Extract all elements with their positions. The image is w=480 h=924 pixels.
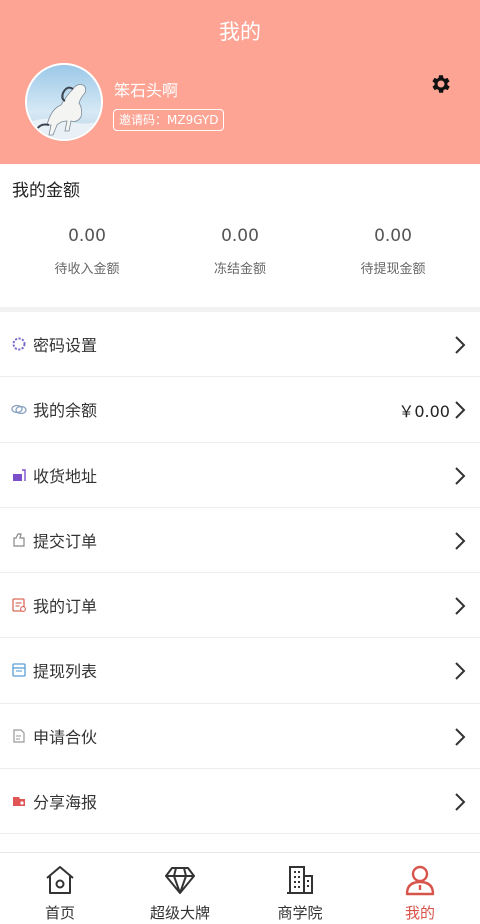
amount-value: 0.00 (374, 226, 412, 246)
withdraw-list-icon (11, 662, 27, 678)
menu-item-label: 提交订单 (33, 531, 98, 551)
bottom-tab-bar: 首页 超级大牌 商学院 我的 (0, 852, 480, 924)
chevron-right-icon (454, 335, 466, 355)
chevron-right-icon (454, 531, 466, 551)
menu-item-withdraw-list[interactable]: 提现列表 (0, 638, 480, 704)
tab-me[interactable]: 我的 (360, 853, 480, 924)
amount-value: 0.00 (68, 226, 106, 246)
amount-label: 待收入金额 (54, 262, 120, 277)
amount-label: 待提现金额 (360, 262, 426, 277)
tab-label: 超级大牌 (149, 904, 210, 922)
menu-item-label: 我的订单 (33, 597, 98, 617)
pending-income-amount[interactable]: 0.00 待收入金额 (7, 226, 167, 277)
menu-item-label: 提现列表 (33, 662, 98, 682)
menu-item-submit-order[interactable]: 提交订单 (0, 508, 480, 574)
profile-header: 我的 笨石头啊 邀请码：MZ9GYD (0, 0, 480, 164)
menu-item-partnership[interactable]: 申请合伙 (0, 704, 480, 770)
home-icon (43, 863, 77, 897)
building-icon (283, 863, 317, 897)
pending-withdraw-amount[interactable]: 0.00 待提现金额 (313, 226, 473, 277)
menu-item-my-orders[interactable]: 我的订单 (0, 573, 480, 639)
chevron-right-icon (454, 792, 466, 812)
password-settings-icon (11, 336, 27, 352)
address-icon (11, 467, 27, 483)
menu-item-password-settings[interactable]: 密码设置 (0, 312, 480, 378)
menu-item-balance[interactable]: 我的余额 ￥0.00 (0, 377, 480, 443)
menu-item-label: 分享海报 (33, 793, 98, 813)
page-title: 我的 (219, 20, 261, 44)
chevron-right-icon (454, 466, 466, 486)
user-name: 笨石头啊 (114, 81, 179, 100)
menu-item-label: 密码设置 (33, 336, 98, 355)
menu-item-address[interactable]: 收货地址 (0, 443, 480, 508)
menu-item-label: 收货地址 (33, 466, 98, 486)
chevron-right-icon (454, 400, 466, 420)
user-icon (403, 863, 437, 897)
amount-section-title: 我的金额 (12, 181, 80, 201)
chevron-right-icon (454, 727, 466, 747)
amount-label: 冻结金额 (213, 262, 266, 277)
tab-home[interactable]: 首页 (0, 853, 120, 924)
share-poster-icon (11, 793, 27, 809)
chevron-right-icon (454, 596, 466, 616)
chevron-right-icon (454, 661, 466, 681)
balance-value: ￥0.00 (398, 402, 450, 422)
amount-section: 我的金额 0.00 待收入金额 0.00 冻结金额 0.00 待提现金额 (0, 164, 480, 307)
frozen-amount[interactable]: 0.00 冻结金额 (160, 226, 320, 277)
avatar[interactable] (25, 63, 103, 141)
diamond-icon (163, 863, 197, 897)
tab-label: 首页 (44, 904, 75, 922)
my-orders-icon (11, 597, 27, 613)
tab-super-brand[interactable]: 超级大牌 (120, 853, 240, 924)
tab-label: 我的 (404, 904, 435, 922)
menu-item-label: 我的余额 (33, 401, 98, 421)
tab-business-school[interactable]: 商学院 (240, 853, 360, 924)
gear-icon[interactable] (429, 72, 453, 96)
partnership-icon (11, 728, 27, 744)
submit-order-icon (11, 532, 27, 548)
balance-icon (11, 401, 27, 417)
menu-item-share-poster[interactable]: 分享海报 (0, 769, 480, 835)
menu-list: 密码设置 我的余额 ￥0.00 收货地址 提交订单 我的订单 提现列表 申请合伙… (0, 312, 480, 835)
menu-item-label: 申请合伙 (33, 727, 98, 747)
amount-value: 0.00 (221, 226, 259, 246)
horse-avatar-image (27, 65, 101, 139)
invite-code-badge[interactable]: 邀请码：MZ9GYD (113, 109, 225, 131)
tab-label: 商学院 (277, 904, 323, 922)
